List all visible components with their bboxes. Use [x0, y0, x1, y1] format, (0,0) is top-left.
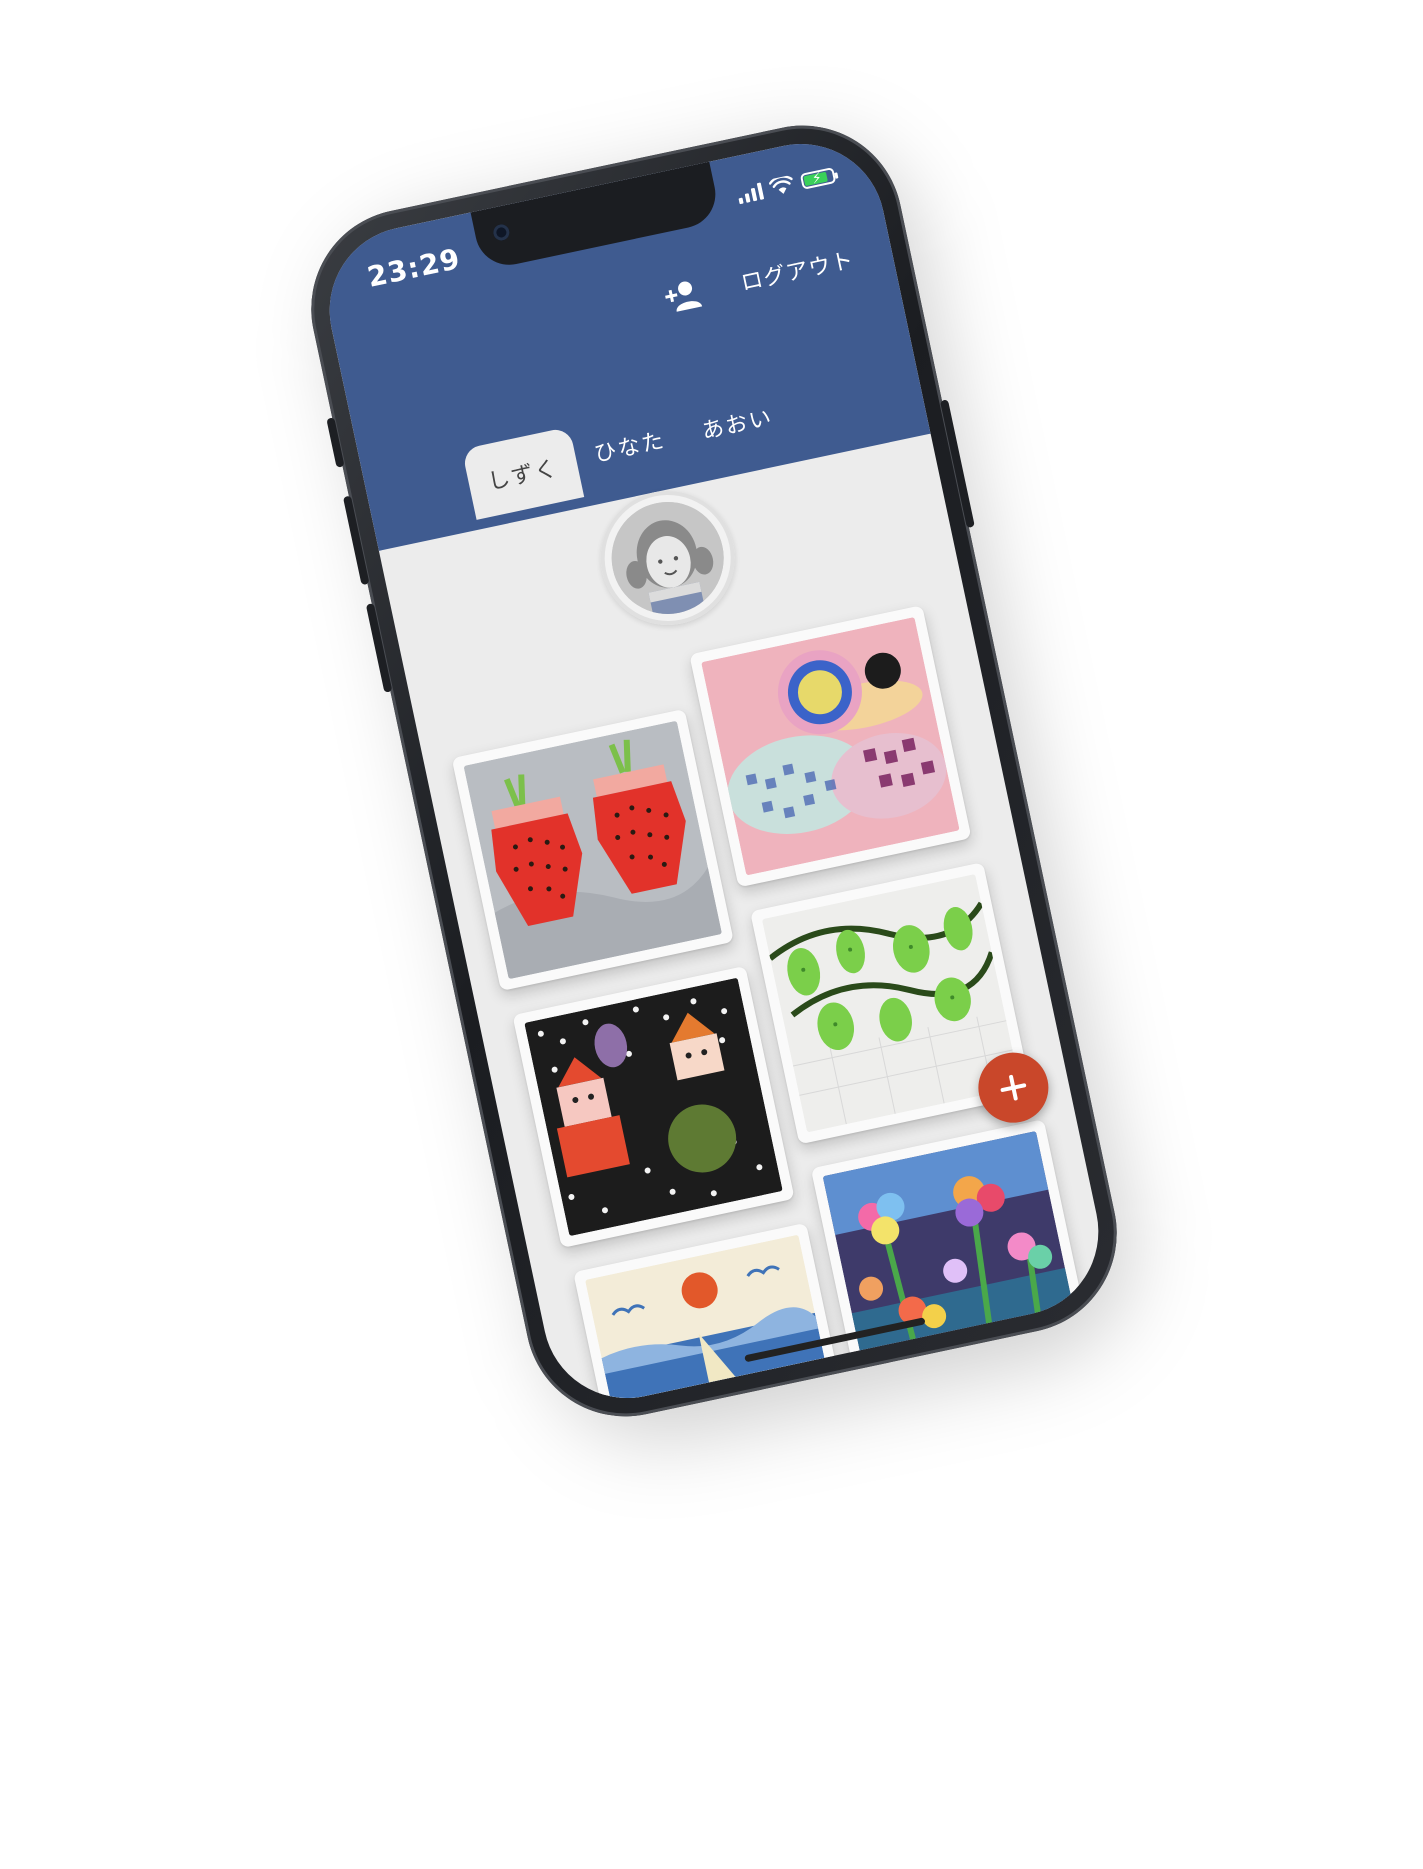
artwork-image — [701, 616, 960, 876]
child-avatar-icon — [601, 491, 735, 625]
front-camera — [491, 222, 511, 242]
profile-avatar[interactable] — [588, 478, 748, 638]
mockup-scene: 23:29 ⚡ ログアウト しずく ひなた あおい — [0, 0, 1423, 1869]
artwork-card[interactable] — [451, 708, 734, 992]
artwork-card[interactable] — [689, 605, 972, 888]
artwork-card[interactable] — [512, 965, 795, 1249]
plus-icon — [1000, 1074, 1027, 1101]
artwork-image — [524, 977, 783, 1237]
phone-device: 23:29 ⚡ ログアウト しずく ひなた あおい — [292, 107, 1152, 1461]
app-screen: 23:29 ⚡ ログアウト しずく ひなた あおい — [314, 128, 1114, 1414]
artwork-image — [463, 720, 723, 980]
